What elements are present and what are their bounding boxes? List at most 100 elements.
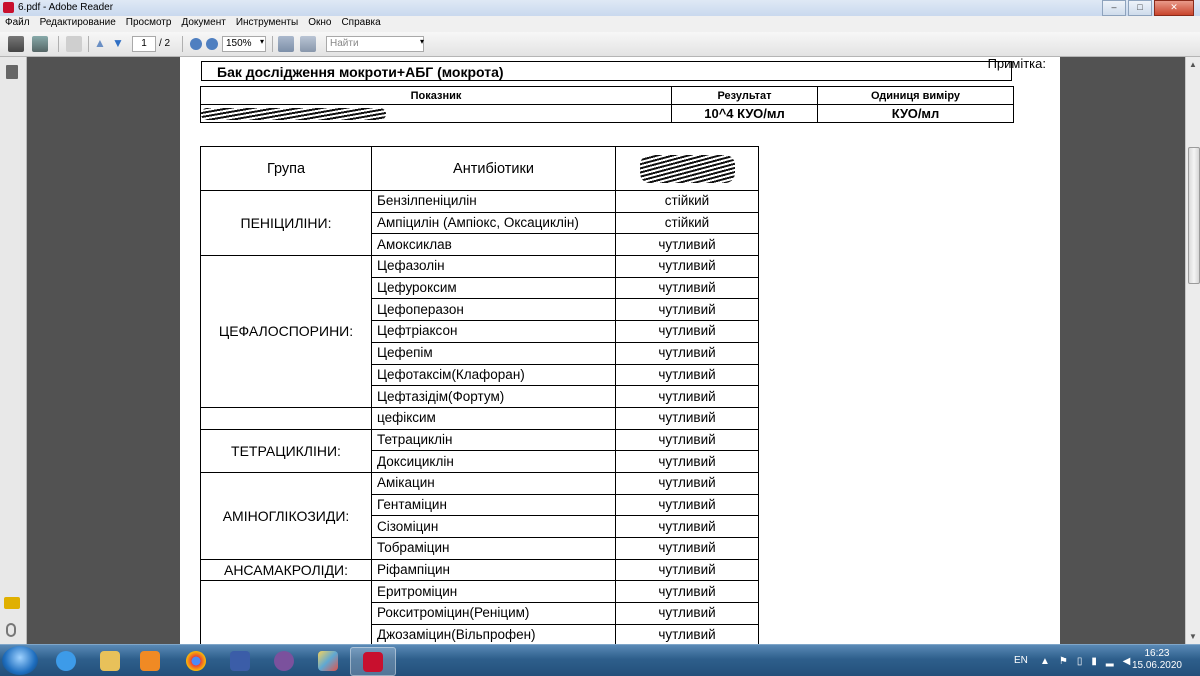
summary-table: Показник Результат Одиниця виміру 10^4 К… — [200, 86, 1014, 123]
signal-icon[interactable]: ▂ — [1106, 656, 1114, 667]
viber-icon — [274, 651, 294, 671]
page-number-input[interactable]: 1 — [132, 36, 156, 52]
antibiotic-result: чутливий — [615, 602, 759, 625]
pages-panel-icon[interactable] — [6, 65, 18, 79]
prev-page-icon[interactable]: ▲ — [94, 36, 106, 52]
antibiotic-result: чутливий — [615, 276, 759, 300]
antibiotic-result: стійкий — [615, 190, 759, 213]
table-row: АНСАМАКРОЛІДИ: Ріфампіцин чутливий — [200, 558, 759, 582]
fit-page-icon[interactable] — [278, 36, 294, 52]
antibiotic-name: Тобраміцин — [371, 537, 616, 560]
antibiotic-name: Ріфампіцин — [371, 558, 616, 582]
antibiotic-name: Джозаміцин(Вільпрофен) — [371, 623, 616, 644]
antibiotic-result: чутливий — [615, 255, 759, 278]
menu-document[interactable]: Документ — [176, 16, 230, 32]
antibiotic-result: чутливий — [615, 320, 759, 343]
window-title: 6.pdf - Adobe Reader — [18, 2, 114, 13]
media-player-icon — [140, 651, 160, 671]
table-row: АМІНОГЛІКОЗИДИ: Амікацин чутливий — [200, 471, 759, 560]
scroll-up-icon[interactable]: ▲ — [1189, 60, 1197, 69]
window-controls: – □ ✕ — [1102, 0, 1194, 16]
internet-explorer-icon — [56, 651, 76, 671]
summary-header-result: Результат — [671, 86, 818, 105]
menu-file[interactable]: Файл — [0, 16, 35, 32]
antibiotic-name: Ампіцилін (Ампіокс, Оксациклін) — [371, 211, 616, 235]
antibiotic-result: чутливий — [615, 298, 759, 322]
close-button[interactable]: ✕ — [1154, 0, 1194, 16]
antibiotic-result: чутливий — [615, 558, 759, 582]
attachment-paperclip-icon[interactable] — [6, 623, 16, 637]
next-page-icon[interactable]: ▼ — [112, 36, 124, 52]
menu-bar: Файл Редактирование Просмотр Документ Ин… — [0, 16, 1200, 32]
antibiotic-result: чутливий — [615, 493, 759, 517]
antibiotic-name: цефіксим — [371, 406, 616, 430]
print-icon[interactable] — [8, 36, 24, 52]
menu-window[interactable]: Окно — [303, 16, 336, 32]
document-title: Бак дослідження мокроти+АБГ (мокрота) — [201, 61, 1012, 81]
summary-header-unit: Одиниця виміру — [817, 86, 1014, 105]
start-button[interactable] — [2, 646, 38, 675]
scroll-down-icon[interactable]: ▼ — [1189, 632, 1197, 641]
comments-icon[interactable] — [4, 597, 20, 609]
table-row: ПЕНІЦИЛІНИ: Бензілпеніцилін стійкий — [200, 189, 759, 257]
antibiotic-result: чутливий — [615, 406, 759, 430]
taskbar-chrome[interactable] — [174, 647, 218, 674]
back-icon[interactable] — [66, 36, 82, 52]
taskbar-media-player[interactable] — [128, 647, 172, 674]
folder-icon — [100, 651, 120, 671]
antibiotic-result: чутливий — [615, 428, 759, 452]
network-icon[interactable]: ▮ — [1091, 656, 1097, 667]
antibiotic-result: чутливий — [615, 450, 759, 473]
clock[interactable]: 16:23 15.06.2020 — [1132, 648, 1182, 672]
antibiotic-result: чутливий — [615, 385, 759, 408]
fit-width-icon[interactable] — [300, 36, 316, 52]
antibiotic-name: Цефуроксим — [371, 276, 616, 300]
summary-header-indicator: Показник — [200, 86, 672, 105]
menu-view[interactable]: Просмотр — [121, 16, 177, 32]
menu-edit[interactable]: Редактирование — [35, 16, 121, 32]
maximize-button[interactable]: □ — [1128, 0, 1152, 16]
summary-unit: КУО/мл — [817, 104, 1014, 123]
antibiotic-name: Еритроміцин — [371, 580, 616, 604]
adobe-reader-icon — [363, 652, 383, 672]
flag-icon[interactable]: ⚑ — [1059, 656, 1068, 667]
language-indicator[interactable]: EN — [1014, 655, 1028, 666]
volume-icon[interactable]: ◀ — [1123, 656, 1131, 667]
antibiotics-table: Група Антибіотики ПЕНІЦИЛІНИ: Бензілпені… — [200, 146, 759, 644]
chrome-icon — [186, 651, 206, 671]
zoom-in-icon[interactable] — [206, 38, 218, 50]
menu-help[interactable]: Справка — [336, 16, 385, 32]
usb-device-icon[interactable]: ▯ — [1077, 656, 1083, 667]
antibiotic-result: стійкий — [615, 211, 759, 235]
menu-tools[interactable]: Инструменты — [231, 16, 303, 32]
vertical-scrollbar[interactable]: ▲ ▼ — [1185, 57, 1200, 644]
page-total: / 2 — [159, 38, 171, 49]
taskbar-save-app[interactable] — [218, 647, 262, 674]
group-tetracyclines: ТЕТРАЦИКЛІНИ: — [200, 428, 372, 473]
search-input[interactable]: Найти — [326, 36, 424, 52]
taskbar-internet-explorer[interactable] — [44, 647, 88, 674]
antibiotic-result: чутливий — [615, 537, 759, 560]
show-hidden-icons-icon[interactable]: ▲ — [1040, 656, 1050, 667]
antibiotic-result: чутливий — [615, 233, 759, 257]
clock-time: 16:23 — [1144, 648, 1170, 659]
taskbar-viber[interactable] — [262, 647, 306, 674]
taskbar-explorer[interactable] — [88, 647, 132, 674]
minimize-button[interactable]: – — [1102, 0, 1126, 16]
group-ansamacrolides: АНСАМАКРОЛІДИ: — [200, 558, 372, 582]
table-row: ТЕТРАЦИКЛІНИ: Тетрациклін чутливий — [200, 428, 759, 473]
zoom-out-icon[interactable] — [190, 38, 202, 50]
search-dropdown-icon[interactable]: ▾ — [420, 37, 424, 53]
zoom-dropdown-icon[interactable]: ▾ — [260, 37, 264, 53]
table-row: ЦЕФАЛОСПОРИНИ: Цефазолін чутливий — [200, 255, 759, 408]
adobe-reader-icon — [3, 2, 14, 13]
taskbar-adobe-reader[interactable] — [350, 647, 396, 676]
taskbar-paint[interactable] — [306, 647, 350, 674]
table-row: Еритроміцин чутливий — [200, 580, 759, 644]
attach-icon[interactable] — [32, 36, 48, 52]
navigation-panel — [0, 57, 27, 644]
document-viewport[interactable]: Примітка: Бак дослідження мокроти+АБГ (м… — [27, 57, 1185, 644]
scrollbar-thumb[interactable] — [1188, 147, 1200, 284]
antibiotic-result: чутливий — [615, 580, 759, 604]
group-penicillins: ПЕНІЦИЛІНИ: — [200, 189, 372, 257]
